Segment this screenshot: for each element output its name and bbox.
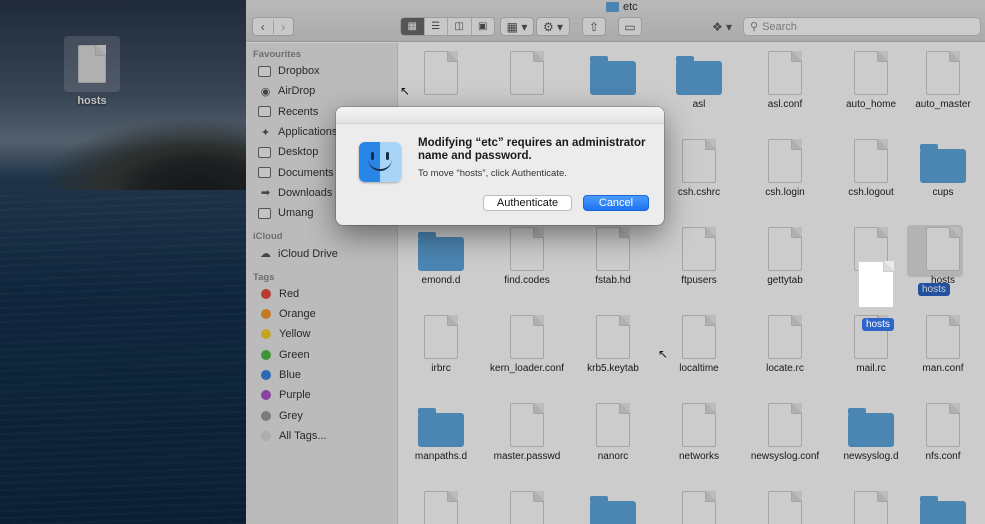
dragged-file-badge: hosts — [862, 318, 894, 331]
cancel-button[interactable]: Cancel — [583, 195, 649, 211]
dragged-file-ghost: hosts — [858, 261, 894, 331]
cursor-arrow-icon: ↖ — [400, 84, 411, 98]
dialog-message: To move “hosts”, click Authenticate. — [418, 168, 567, 179]
modal-dim-overlay — [0, 0, 985, 524]
authentication-dialog: Modifying “etc” requires an administrato… — [336, 107, 664, 225]
dialog-top-strip — [336, 107, 664, 124]
authenticate-button[interactable]: Authenticate — [483, 195, 572, 211]
cursor-arrow-icon: ↖ — [658, 347, 669, 361]
finder-icon — [359, 142, 401, 182]
dialog-title: Modifying “etc” requires an administrato… — [418, 137, 646, 162]
document-icon — [858, 261, 894, 308]
